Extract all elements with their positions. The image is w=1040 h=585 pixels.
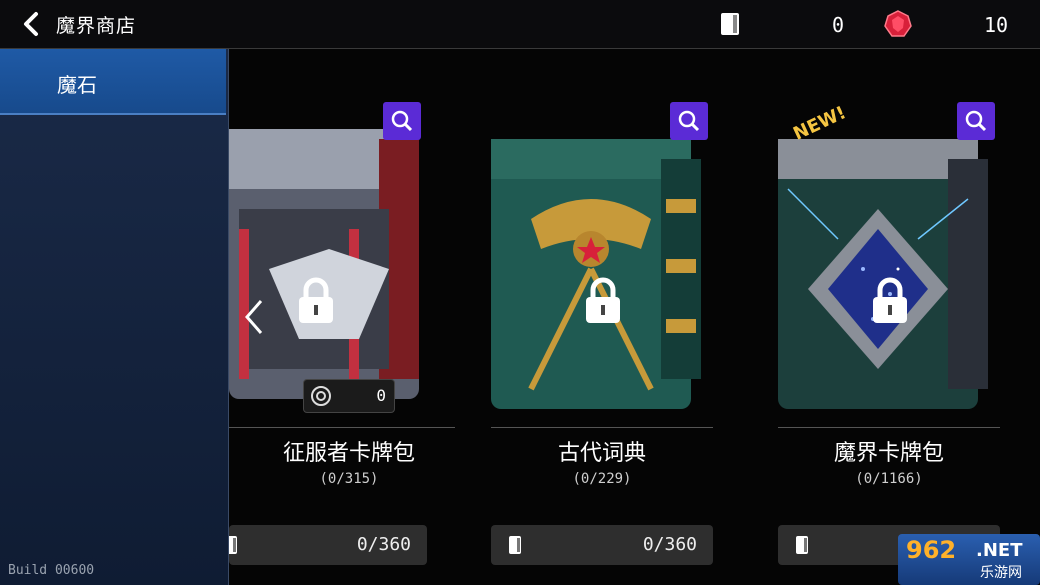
buy-price: 0/360 — [356, 534, 411, 555]
card-icon — [509, 536, 521, 554]
magnifier-icon — [965, 110, 987, 132]
pack-progress: (0/229) — [572, 471, 632, 487]
watermark-suffix: .NET — [976, 540, 1023, 561]
pack-card[interactable]: NEW! 魔界卡牌包 (0/1166) — [778, 49, 1038, 585]
conqueror-pack-image — [229, 129, 419, 399]
pack-card[interactable]: 0 征服者卡牌包 (0/315) 0/360 — [229, 49, 459, 585]
scroll-left-arrow-icon[interactable] — [243, 299, 265, 335]
lock-icon — [299, 277, 333, 323]
zoom-button[interactable] — [957, 102, 995, 140]
pack-name: 古代词典 — [557, 441, 646, 466]
card-icon — [796, 536, 808, 554]
page-title: 魔界商店 — [56, 15, 137, 37]
gem-resource: 10 — [884, 10, 1014, 38]
divider — [491, 427, 713, 428]
magnifier-icon — [391, 110, 413, 132]
pack-name: 魔界卡牌包 — [833, 441, 944, 466]
back-arrow-icon[interactable] — [18, 10, 46, 38]
divider — [778, 427, 1000, 428]
pack-name: 征服者卡牌包 — [282, 441, 415, 466]
pack-progress: (0/1166) — [855, 471, 923, 487]
buy-button[interactable]: 0/360 — [491, 525, 713, 565]
lock-icon — [586, 277, 620, 323]
sidebar-item-label: 魔石 — [57, 73, 97, 97]
sidebar-item-magic-stone[interactable]: 魔石 — [0, 49, 226, 115]
lock-icon — [873, 277, 907, 323]
ancient-dictionary-image — [491, 139, 701, 409]
card-count: 0 — [832, 13, 845, 37]
build-label: Build 00600 — [8, 563, 95, 578]
watermark-brand: 962 — [906, 536, 957, 564]
ticket-icon — [311, 386, 331, 406]
red-gem-icon — [884, 10, 912, 37]
divider — [229, 427, 455, 428]
gem-count: 10 — [984, 13, 1009, 37]
buy-button[interactable]: 0/360 — [229, 525, 427, 565]
demon-world-pack-image — [778, 139, 988, 409]
magnifier-icon — [678, 110, 700, 132]
watermark-site: 乐游网 — [980, 565, 1022, 581]
owned-counter: 0 — [303, 379, 395, 413]
card-resource: 0 — [720, 10, 844, 38]
site-watermark-logo: 962 .NET 乐游网 — [898, 534, 1040, 585]
pack-list: 0 征服者卡牌包 (0/315) 0/360 古代词典 (0/229) 0/36… — [229, 49, 1040, 585]
card-icon — [229, 536, 237, 554]
sidebar: 魔石 — [0, 49, 230, 585]
card-icon — [721, 13, 739, 35]
buy-price: 0/360 — [642, 534, 697, 555]
owned-count: 0 — [376, 386, 386, 405]
zoom-button[interactable] — [670, 102, 708, 140]
zoom-button[interactable] — [383, 102, 421, 140]
pack-card[interactable]: 古代词典 (0/229) 0/360 — [491, 49, 751, 585]
pack-progress: (0/315) — [319, 471, 379, 487]
top-bar: 魔界商店 0 10 — [0, 0, 1040, 49]
